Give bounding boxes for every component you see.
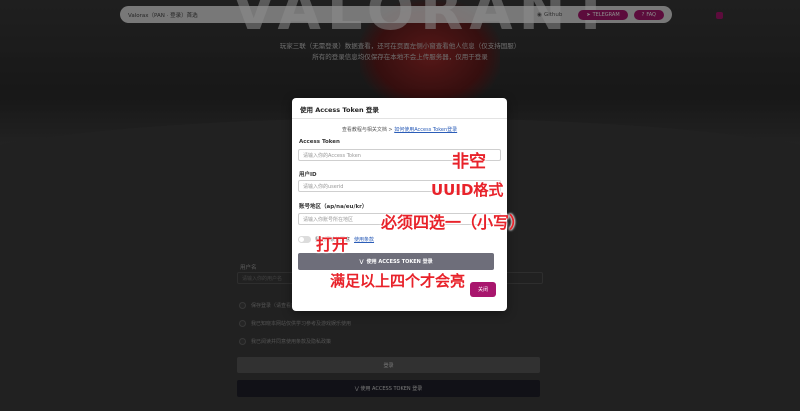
valorant-icon: ⋁ <box>359 258 364 265</box>
annotation-toggle: 打开 <box>316 235 349 254</box>
docs-link[interactable]: 如何使用Access Token登录 <box>394 127 457 133</box>
userid-label: 用户ID <box>299 172 317 178</box>
access-token-label: Access Token <box>299 139 340 145</box>
annotation-nonempty: 非空 <box>452 152 486 172</box>
region-label: 账号地区（ap/na/eu/kr） <box>299 204 368 210</box>
close-button[interactable]: 关闭 <box>470 282 496 297</box>
terms-toggle[interactable] <box>298 236 311 243</box>
modal-title: 使用 Access Token 登录 <box>292 98 507 119</box>
docs-hint: 查看教程与相关文档 > 如何使用Access Token登录 <box>341 127 458 133</box>
annotation-uuid: UUID格式 <box>431 181 504 199</box>
terms-link[interactable]: 使用条款 <box>354 236 374 243</box>
token-login-button[interactable]: ⋁ 使用 ACCESS TOKEN 登录 <box>298 253 494 270</box>
annotation-region: 必须四选一（小写） <box>381 213 526 232</box>
annotation-button-enable: 满足以上四个才会亮 <box>330 272 466 290</box>
